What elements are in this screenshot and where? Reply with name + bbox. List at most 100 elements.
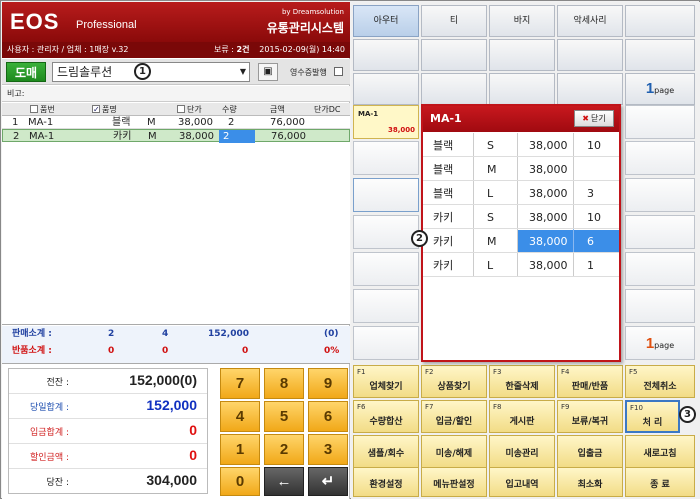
opt-size: M [487,163,497,176]
backspace-key[interactable]: ← [264,467,304,496]
fn-key: F6 [357,403,366,411]
option-row[interactable]: 블랙 S 38,000 10 [423,133,619,157]
product-slot[interactable] [625,105,695,139]
product-name: MA-1 [358,110,379,118]
category-outer[interactable]: 아우터 [353,5,419,37]
fn-key: F9 [561,403,570,411]
product-slot[interactable] [353,289,419,323]
col-name[interactable]: 품명 [92,103,117,116]
fn-cancel-all[interactable]: F5 전체취소 [625,365,695,398]
fn-label: 환경설정 [369,480,403,490]
product-slot[interactable] [353,215,419,249]
key-4[interactable]: 4 [220,401,260,432]
product-page-indicator[interactable]: 1page [625,326,695,360]
category-empty[interactable] [625,39,695,71]
memo-field[interactable]: 비고: [2,86,350,102]
option-row[interactable]: 카키 L 38,000 1 [423,253,619,277]
product-slot[interactable] [625,178,695,212]
opt-price: 38,000 [529,163,568,176]
category-empty[interactable] [557,73,623,105]
product-slot[interactable] [353,141,419,175]
hold-info[interactable]: 보류 : 2건 [214,42,249,58]
product-slot[interactable] [625,252,695,286]
category-empty[interactable] [625,5,695,37]
col-code[interactable]: 품번 [30,103,55,116]
fn-label: 업체찾기 [369,382,403,392]
product-slot[interactable] [625,215,695,249]
product-ma1[interactable]: MA-1 38,000 [353,105,419,139]
fn-cash-io[interactable]: 입출금 [557,435,623,468]
sales-subtotal-label: 판매소계 : [12,329,52,339]
product-slot[interactable] [353,326,419,360]
fn-exit[interactable]: 종 료 [625,467,695,497]
fn-product-search[interactable]: F2 상품찾기 [421,365,487,398]
fn-minimize[interactable]: 최소화 [557,467,623,497]
customer-select[interactable]: 드림솔루션 ▼ [52,62,250,82]
callout-2: 2 [411,230,428,247]
receipt-checkbox[interactable] [334,67,343,76]
category-pants[interactable]: 바지 [489,5,555,37]
enter-key[interactable]: ↵ [308,467,348,496]
category-empty[interactable] [557,39,623,71]
key-3[interactable]: 3 [308,434,348,465]
fn-pending-manage[interactable]: 미송관리 [489,435,555,468]
fn-receiving-history[interactable]: 입고내역 [489,467,555,497]
checkbox-icon [177,104,185,113]
option-row[interactable]: 카키 S 38,000 10 [423,205,619,229]
fn-hold-restore[interactable]: F9 보류/복귀 [557,400,623,433]
option-popup: MA-1 ✖ 닫기 블랙 S 38,000 10 블랙 M 38,000 블랙 L 38,000… [421,104,621,362]
printer-icon[interactable]: ▣ [258,63,278,81]
key-6[interactable]: 6 [308,401,348,432]
key-0[interactable]: 0 [220,467,260,496]
key-9[interactable]: 9 [308,368,348,399]
category-empty[interactable] [489,73,555,105]
row-qty[interactable]: 2 [219,130,255,143]
popup-close-button[interactable]: ✖ 닫기 [574,110,614,127]
customer-row: 도매 드림솔루션 ▼ ▣ 영수증발행 [2,59,350,85]
fn-settings[interactable]: 환경설정 [353,467,419,497]
fn-pending-release[interactable]: 미송/해제 [421,435,487,468]
fn-sum-qty[interactable]: F6 수량합산 [353,400,419,433]
key-7[interactable]: 7 [220,368,260,399]
key-8[interactable]: 8 [264,368,304,399]
fn-sample-collect[interactable]: 샘플/회수 [353,435,419,468]
fn-process[interactable]: F10 처 리 [625,400,680,433]
category-accessory[interactable]: 악세사리 [557,5,623,37]
category-empty[interactable] [421,39,487,71]
category-tee[interactable]: 티 [421,5,487,37]
fn-refresh[interactable]: 새로고침 [625,435,695,468]
col-price[interactable]: 단가 [177,103,202,116]
product-slot[interactable] [625,141,695,175]
fn-deposit-discount[interactable]: F7 입금/할인 [421,400,487,433]
option-row[interactable]: 블랙 L 38,000 3 [423,181,619,205]
fn-delete-line[interactable]: F3 한줄삭제 [489,365,555,398]
category-empty[interactable] [353,73,419,105]
opt-qty: 10 [587,211,601,224]
app-logo: EOS [10,9,60,34]
key-2[interactable]: 2 [264,434,304,465]
sales-count: 2 [108,329,115,339]
hold-label: 보류 : [214,45,234,54]
fn-sale-return[interactable]: F4 판매/반품 [557,365,623,398]
datetime: 2015-02-09(월) 14:40 [259,45,345,54]
product-slot[interactable] [353,252,419,286]
sale-mode-button[interactable]: 도매 [6,62,46,82]
close-icon: ✖ [582,114,589,123]
fn-label: 입금/할인 [435,417,473,427]
category-empty[interactable] [421,73,487,105]
fn-menu-settings[interactable]: 메뉴판설정 [421,467,487,497]
key-5[interactable]: 5 [264,401,304,432]
key-1[interactable]: 1 [220,434,260,465]
fn-board[interactable]: F8 게시판 [489,400,555,433]
fn-company-search[interactable]: F1 업체찾기 [353,365,419,398]
product-slot[interactable] [625,289,695,323]
fn-label: 미송/해제 [435,449,473,459]
option-row[interactable]: 블랙 M 38,000 [423,157,619,181]
category-empty[interactable] [489,39,555,71]
category-empty[interactable] [353,39,419,71]
table-row[interactable]: 1 MA-1 블랙 M 38,000 2 76,000 [2,116,350,129]
option-row-selected[interactable]: 카키 M 38,000 6 [423,229,619,253]
table-row[interactable]: 2 MA-1 카키 M 38,000 2 76,000 [2,129,350,143]
product-slot[interactable] [353,178,419,212]
category-page-indicator[interactable]: 1page [625,73,695,105]
